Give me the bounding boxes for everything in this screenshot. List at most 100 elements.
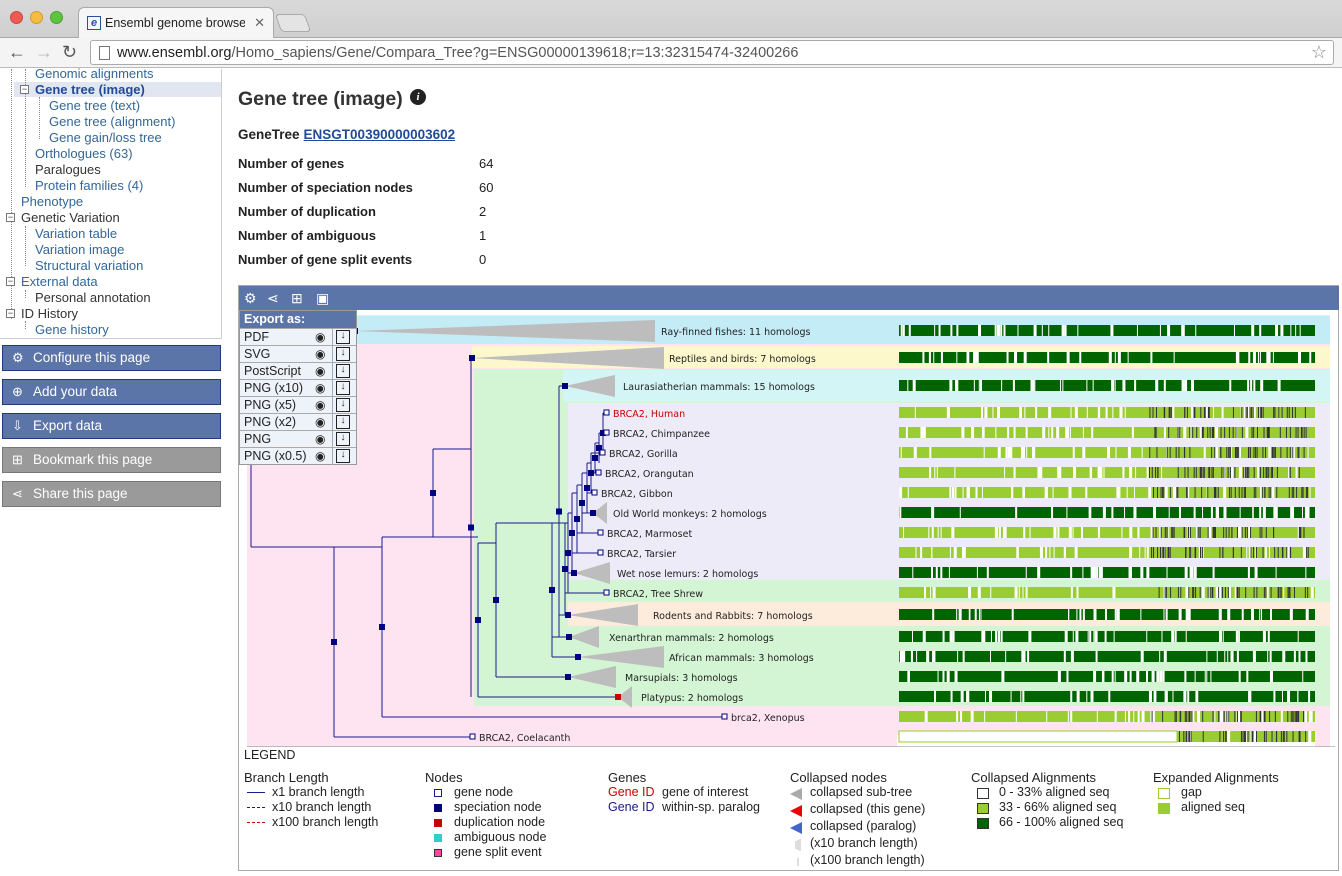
legend-branch-item: x100 branch length — [272, 815, 379, 829]
download-icon[interactable]: ↓ — [336, 398, 350, 412]
alignment-tick — [1263, 731, 1265, 742]
share-page-button[interactable]: ⋖ Share this page — [2, 481, 221, 507]
alignment-gap — [956, 352, 958, 363]
aligned-seq-swatch — [1158, 803, 1170, 814]
alignment-tick — [1249, 447, 1251, 458]
stat-value: 2 — [479, 204, 487, 219]
export-option[interactable]: PNG (x2) ◉ ↓ — [240, 413, 356, 431]
alignment-tick — [1247, 447, 1249, 458]
eye-icon[interactable]: ◉ — [315, 414, 325, 430]
browser-tab-strip: e Ensembl genome browser ✕ — [0, 0, 1342, 38]
export-menu: Export as: PDF ◉ ↓ SVG ◉ ↓ PostScript ◉ ↓ PNG … — [239, 310, 357, 465]
export-option[interactable]: PDF ◉ ↓ — [240, 328, 356, 346]
bookmark-page-button[interactable]: ⊞ Bookmark this page — [2, 447, 221, 473]
maximize-window-button[interactable] — [50, 11, 63, 24]
add-data-button[interactable]: ⊕ Add your data — [2, 379, 221, 405]
gear-icon[interactable]: ⚙ — [244, 290, 257, 307]
alignment-gap — [1228, 587, 1231, 598]
alignment-gap — [914, 407, 916, 418]
image-icon[interactable]: ▣ — [316, 290, 329, 307]
alignment-gap — [1280, 325, 1284, 336]
sidebar-item-structural-variation[interactable]: Structural variation — [35, 258, 143, 273]
collapse-toggle-icon[interactable]: − — [20, 85, 29, 94]
alignment-tick — [1260, 407, 1262, 418]
alignment-gap — [1187, 691, 1190, 702]
export-option[interactable]: PNG (x10) ◉ ↓ — [240, 379, 356, 397]
collapse-toggle-icon[interactable]: − — [6, 277, 15, 286]
download-icon[interactable]: ↓ — [336, 432, 350, 446]
alignment-tick — [1241, 427, 1243, 438]
alignment-gap — [926, 651, 930, 662]
legend-collapsed-item: collapsed (this gene) — [810, 802, 926, 816]
collapse-toggle-icon[interactable]: − — [6, 213, 15, 222]
sidebar-item-genomic-alignments[interactable]: Genomic alignments — [35, 66, 154, 81]
collapse-toggle-icon[interactable]: − — [6, 309, 15, 318]
legend-expanded-al-item: gap — [1181, 785, 1202, 799]
sidebar-item-external-data[interactable]: External data — [21, 274, 98, 289]
sidebar-item-id-history[interactable]: ID History — [21, 306, 78, 321]
alignment-gap — [1107, 447, 1109, 458]
alignment-gap — [1048, 325, 1050, 336]
alignment-gap — [1238, 671, 1241, 682]
sidebar-item-gene-tree-alignment[interactable]: Gene tree (alignment) — [49, 114, 175, 129]
info-icon[interactable]: i — [410, 89, 426, 105]
sidebar-item-variation-table[interactable]: Variation table — [35, 226, 117, 241]
eye-icon[interactable]: ◉ — [315, 380, 325, 396]
eye-icon[interactable]: ◉ — [315, 397, 325, 413]
export-option[interactable]: PostScript ◉ ↓ — [240, 362, 356, 380]
alignment-gap — [1096, 711, 1098, 722]
sidebar-item-genetic-variation[interactable]: Genetic Variation — [21, 210, 120, 225]
alignment-gap — [1178, 507, 1181, 518]
address-bar[interactable]: www.ensembl.org/Homo_sapiens/Gene/Compar… — [90, 40, 1334, 65]
close-window-button[interactable] — [10, 11, 23, 24]
export-option[interactable]: PNG (x5) ◉ ↓ — [240, 396, 356, 414]
sidebar-item-gene-tree-image[interactable]: Gene tree (image) — [35, 82, 145, 97]
browser-tab[interactable]: e Ensembl genome browser ✕ — [78, 7, 274, 38]
alignment-gap — [1161, 631, 1163, 642]
sidebar-item-gene-tree-text[interactable]: Gene tree (text) — [49, 98, 140, 113]
close-tab-icon[interactable]: ✕ — [254, 15, 265, 31]
sidebar-item-protein-families[interactable]: Protein families (4) — [35, 178, 143, 193]
genetree-link[interactable]: ENSGT00390000003602 — [304, 127, 456, 142]
leaf-label: BRCA2, Marmoset — [607, 529, 692, 540]
alignment-gap — [1048, 427, 1050, 438]
share-icon[interactable]: ⋖ — [267, 290, 279, 307]
export-option[interactable]: PNG ◉ ↓ — [240, 430, 356, 448]
forward-arrow-icon[interactable]: → — [35, 42, 53, 63]
export-data-button[interactable]: ⇩ Export data — [2, 413, 221, 439]
alignment-tick — [1200, 547, 1202, 558]
alignment-tick — [1295, 427, 1297, 438]
resize-icon[interactable]: ⊞ — [291, 290, 303, 307]
configure-page-button[interactable]: ⚙ Configure this page — [2, 345, 221, 371]
eye-icon[interactable]: ◉ — [315, 346, 325, 362]
sidebar-item-gene-history[interactable]: Gene history — [35, 322, 109, 337]
back-arrow-icon[interactable]: ← — [8, 42, 26, 63]
bookmark-star-icon[interactable]: ☆ — [1311, 42, 1327, 63]
alignment-gap — [949, 631, 953, 642]
new-tab-button[interactable] — [274, 14, 312, 32]
sidebar-item-variation-image[interactable]: Variation image — [35, 242, 124, 257]
download-icon[interactable]: ↓ — [336, 415, 350, 429]
download-icon[interactable]: ↓ — [336, 330, 350, 344]
eye-icon[interactable]: ◉ — [315, 363, 325, 379]
download-icon[interactable]: ↓ — [336, 381, 350, 395]
download-icon[interactable]: ↓ — [336, 449, 350, 463]
download-icon[interactable]: ↓ — [336, 347, 350, 361]
legend-collapsed-item: (x10 branch length) — [810, 836, 918, 850]
minimize-window-button[interactable] — [30, 11, 43, 24]
speciation-node — [584, 485, 590, 491]
sidebar-item-phenotype[interactable]: Phenotype — [21, 194, 83, 209]
export-option[interactable]: SVG ◉ ↓ — [240, 345, 356, 363]
export-option[interactable]: PNG (x0.5) ◉ ↓ — [240, 447, 356, 465]
speciation-node — [493, 597, 499, 603]
eye-icon[interactable]: ◉ — [315, 329, 325, 345]
eye-icon[interactable]: ◉ — [315, 448, 325, 464]
download-icon[interactable]: ↓ — [336, 364, 350, 378]
reload-icon[interactable]: ↻ — [62, 42, 77, 63]
sidebar-item-orthologues[interactable]: Orthologues (63) — [35, 146, 133, 161]
alignment-gap — [1014, 587, 1018, 598]
alignment-gap — [900, 325, 903, 336]
alignment-gap — [1307, 447, 1309, 458]
sidebar-item-gene-gain-loss[interactable]: Gene gain/loss tree — [49, 130, 162, 145]
eye-icon[interactable]: ◉ — [315, 431, 325, 447]
